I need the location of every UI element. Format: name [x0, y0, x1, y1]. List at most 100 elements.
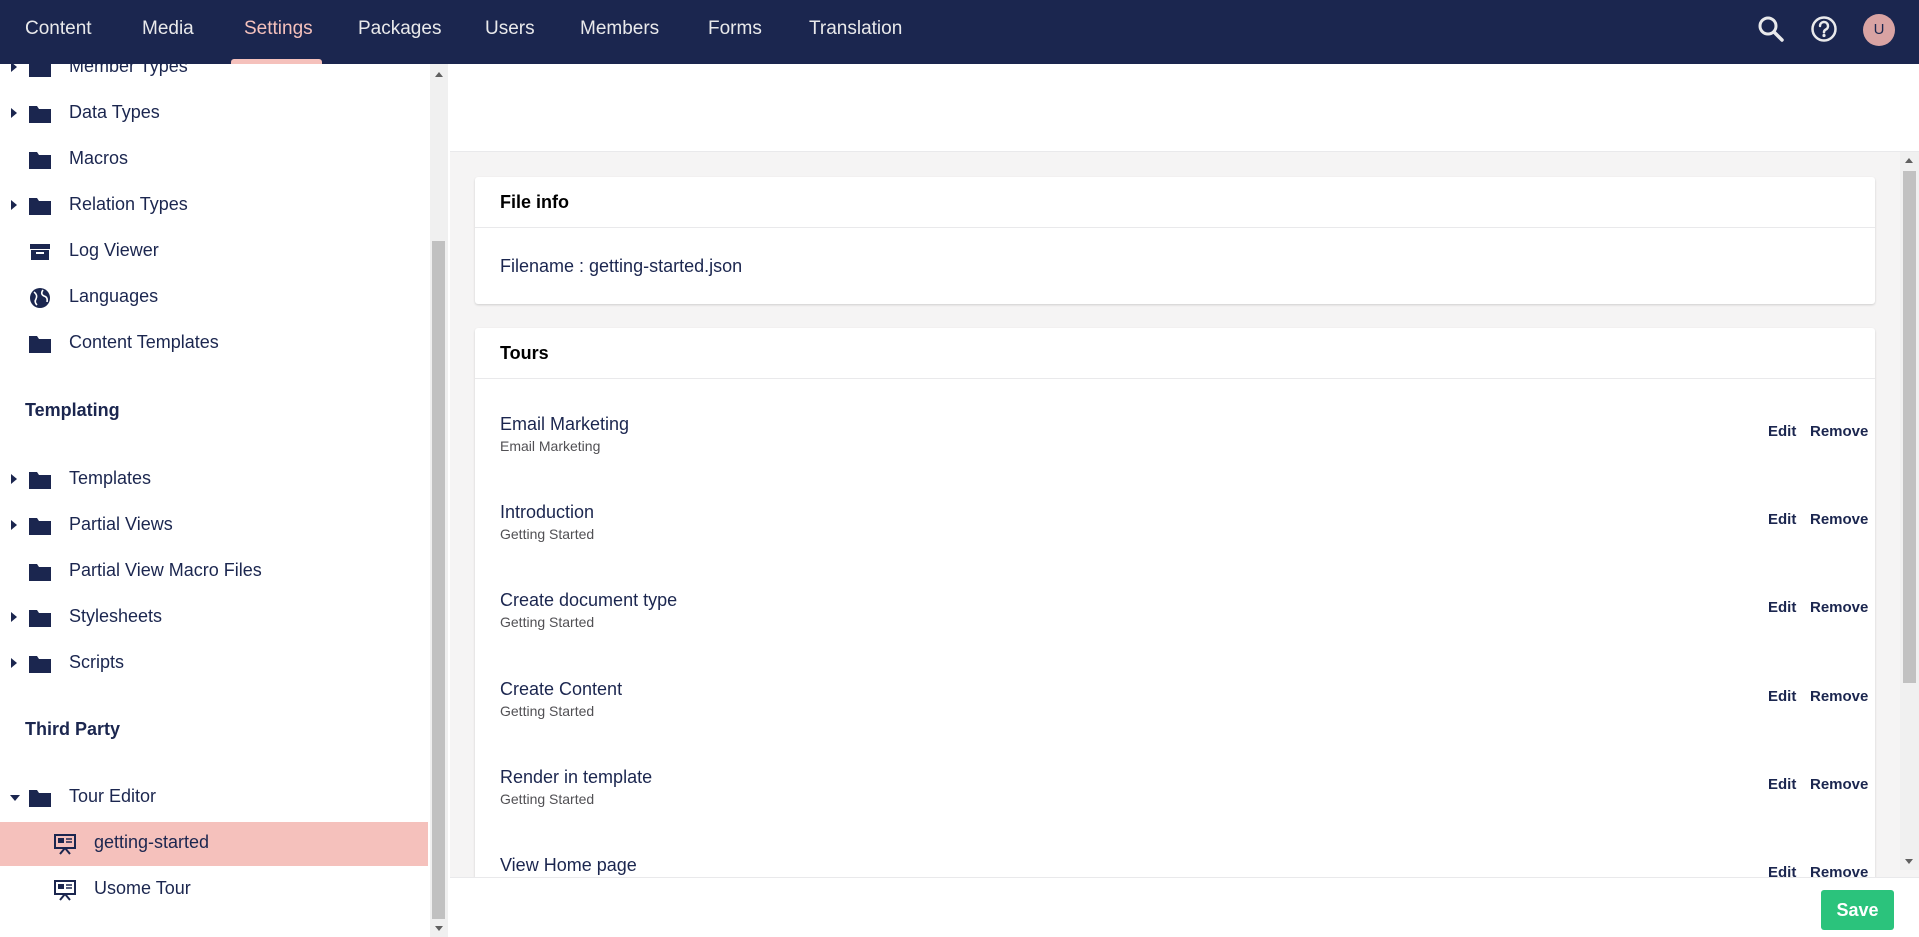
tours-heading: Tours: [475, 328, 1875, 379]
folder-icon: [29, 106, 51, 123]
folder-icon: [29, 336, 51, 353]
scroll-down-arrow-icon[interactable]: [1905, 859, 1913, 864]
sidebar-item-label: Partial View Macro Files: [69, 560, 262, 580]
sidebar-item-templates[interactable]: Templates: [0, 458, 428, 502]
sidebar-item-label: Partial Views: [69, 514, 173, 534]
expand-arrow-icon[interactable]: [11, 474, 17, 484]
sidebar-item-log-viewer[interactable]: Log Viewer: [0, 230, 428, 274]
main-editor: File info Filename : getting-started.jso…: [450, 64, 1919, 937]
tour-row: Email Marketing Email Marketing Edit Rem…: [475, 392, 1875, 480]
sidebar-item-partial-views[interactable]: Partial Views: [0, 504, 428, 548]
save-button[interactable]: Save: [1821, 890, 1894, 930]
sidebar-item-languages[interactable]: Languages: [0, 276, 428, 320]
sidebar-item-stylesheets[interactable]: Stylesheets: [0, 596, 428, 640]
remove-tour-button[interactable]: Remove: [1810, 776, 1868, 793]
remove-tour-button[interactable]: Remove: [1810, 511, 1868, 528]
sidebar-item-usome-tour[interactable]: Usome Tour: [0, 868, 428, 912]
folder-icon: [29, 152, 51, 169]
scroll-up-arrow-icon[interactable]: [435, 72, 443, 77]
scroll-up-arrow-icon[interactable]: [1905, 158, 1913, 163]
filename-text: Filename : getting-started.json: [500, 256, 743, 276]
presentation-icon: [54, 834, 76, 855]
sidebar-item-content-templates[interactable]: Content Templates: [0, 322, 428, 366]
folder-icon: [29, 518, 51, 535]
folder-icon: [29, 656, 51, 673]
expand-arrow-icon[interactable]: [11, 108, 17, 118]
section-heading-third-party: Third Party: [25, 719, 121, 739]
sidebar-scroll-thumb[interactable]: [432, 241, 445, 919]
nav-members[interactable]: Members: [580, 0, 659, 64]
sidebar-item-member-types[interactable]: Member Types: [0, 64, 428, 90]
sidebar-item-label: Usome Tour: [94, 878, 191, 898]
sidebar-item-label: Scripts: [69, 652, 125, 672]
sidebar-item-label: Macros: [69, 148, 129, 168]
expand-arrow-icon[interactable]: [11, 612, 17, 622]
editor-footer: Save: [450, 877, 1919, 937]
edit-tour-button[interactable]: Edit: [1768, 511, 1796, 528]
sidebar-tree: Member Types Data Types Macros Relation …: [0, 64, 428, 937]
help-icon[interactable]: [1809, 14, 1839, 44]
nav-translation[interactable]: Translation: [809, 0, 902, 64]
tour-group: Email Marketing: [500, 438, 601, 454]
sidebar-item-partial-view-macro-files[interactable]: Partial View Macro Files: [0, 550, 428, 594]
sidebar-item-label: Member Types: [69, 64, 188, 76]
folder-icon: [29, 790, 51, 807]
folder-icon: [29, 610, 51, 627]
presentation-icon: [54, 880, 76, 901]
scroll-down-arrow-icon[interactable]: [435, 926, 443, 931]
section-heading-templating: Templating: [25, 400, 120, 420]
nav-users[interactable]: Users: [485, 0, 535, 64]
sidebar-item-data-types[interactable]: Data Types: [0, 92, 428, 136]
sidebar-item-label: Templates: [69, 468, 152, 488]
nav-content[interactable]: Content: [25, 0, 92, 64]
expand-arrow-icon[interactable]: [11, 64, 17, 72]
remove-tour-button[interactable]: Remove: [1810, 423, 1868, 440]
folder-icon: [29, 472, 51, 489]
nav-forms[interactable]: Forms: [708, 0, 762, 64]
edit-tour-button[interactable]: Edit: [1768, 423, 1796, 440]
editor-scrollbar[interactable]: [1900, 152, 1919, 870]
collapse-arrow-icon[interactable]: [10, 795, 20, 801]
nav-packages[interactable]: Packages: [358, 0, 441, 64]
sidebar-item-getting-started[interactable]: getting-started: [0, 822, 428, 866]
sidebar-item-label: Relation Types: [69, 194, 188, 214]
sidebar-item-macros[interactable]: Macros: [0, 138, 428, 182]
tour-group: Getting Started: [500, 526, 595, 542]
tour-name: Email Marketing: [500, 414, 630, 434]
expand-arrow-icon[interactable]: [11, 200, 17, 210]
expand-arrow-icon[interactable]: [11, 520, 17, 530]
tour-name: Introduction: [500, 502, 595, 522]
remove-tour-button[interactable]: Remove: [1810, 599, 1868, 616]
top-navigation-bar: Content Media Settings Packages Users Me…: [0, 0, 1919, 64]
editor-scroll-thumb[interactable]: [1903, 171, 1916, 683]
sidebar-item-label: Data Types: [69, 102, 160, 122]
nav-media[interactable]: Media: [142, 0, 194, 64]
tour-row: Create document type Getting Started Edi…: [475, 568, 1875, 656]
editor-header: [450, 64, 1919, 152]
tour-row: Create Content Getting Started Edit Remo…: [475, 657, 1875, 745]
remove-tour-button[interactable]: Remove: [1810, 688, 1868, 705]
sidebar-item-label: Stylesheets: [69, 606, 163, 626]
sidebar-item-label: getting-started: [94, 832, 210, 852]
archive-icon: [30, 244, 50, 260]
search-icon[interactable]: [1756, 14, 1786, 44]
file-info-heading: File info: [475, 177, 1875, 228]
globe-icon: [30, 288, 50, 308]
sidebar-item-label: Content Templates: [69, 332, 219, 352]
edit-tour-button[interactable]: Edit: [1768, 776, 1796, 793]
tour-group: Getting Started: [500, 703, 595, 719]
sidebar-item-scripts[interactable]: Scripts: [0, 642, 428, 686]
user-avatar[interactable]: U: [1863, 14, 1895, 46]
sidebar-item-relation-types[interactable]: Relation Types: [0, 184, 428, 228]
edit-tour-button[interactable]: Edit: [1768, 599, 1796, 616]
expand-arrow-icon[interactable]: [11, 658, 17, 668]
tour-row: Introduction Getting Started Edit Remove: [475, 480, 1875, 568]
sidebar-item-tour-editor[interactable]: Tour Editor: [0, 776, 428, 820]
sidebar-item-label: Languages: [69, 286, 159, 306]
tour-group: Getting Started: [500, 614, 595, 630]
tour-row: Render in template Getting Started Edit …: [475, 745, 1875, 833]
tour-name: Render in template: [500, 767, 653, 787]
nav-settings[interactable]: Settings: [244, 0, 313, 64]
sidebar-scrollbar[interactable]: [430, 64, 448, 937]
edit-tour-button[interactable]: Edit: [1768, 688, 1796, 705]
